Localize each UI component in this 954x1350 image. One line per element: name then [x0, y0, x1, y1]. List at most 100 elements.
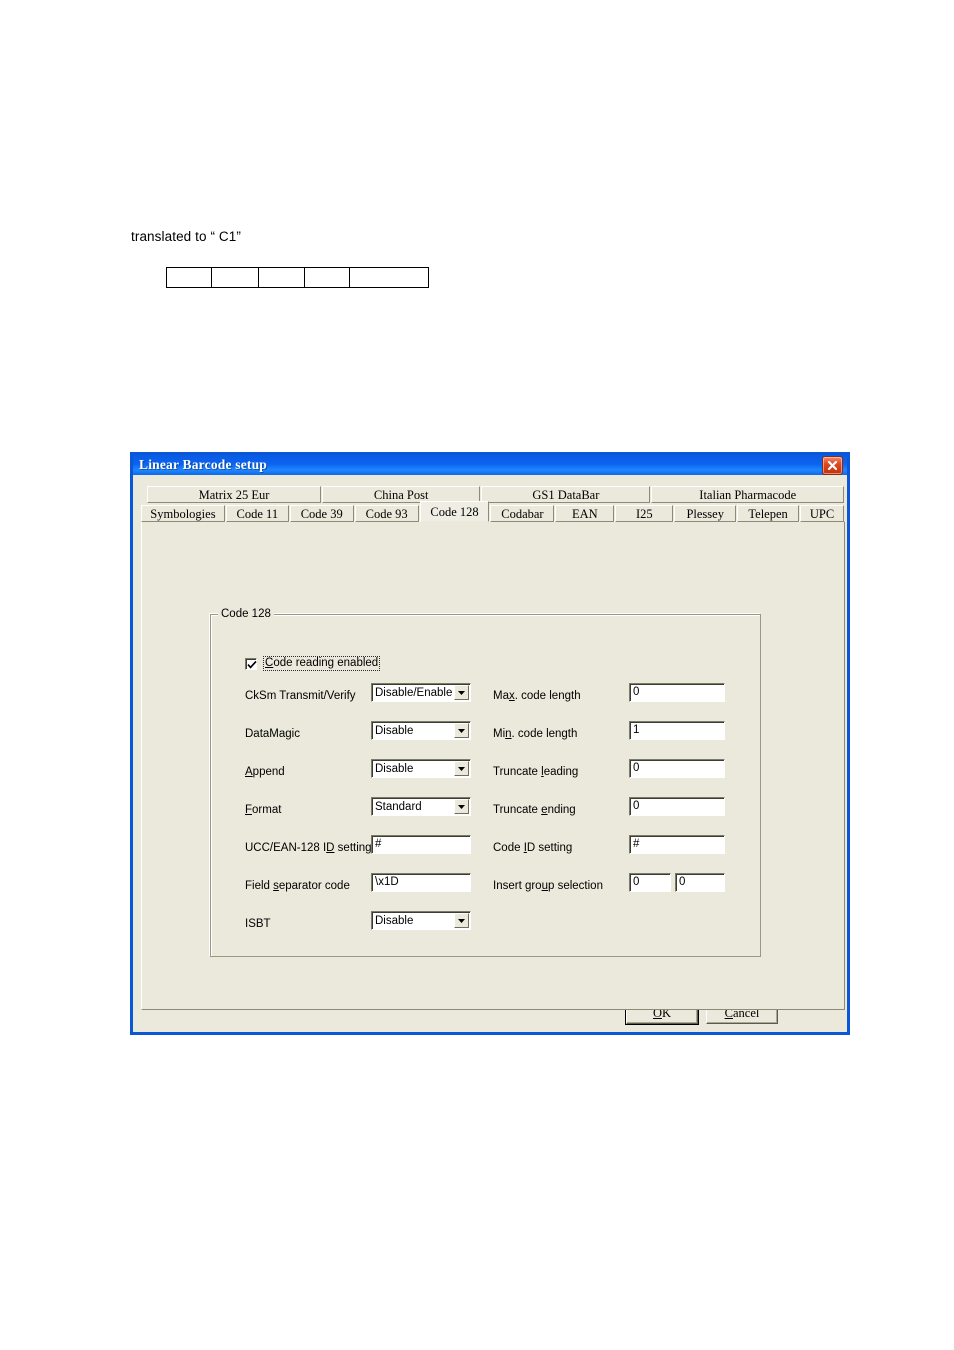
tab-ean[interactable]: EAN: [555, 505, 615, 522]
max-code-length-input[interactable]: 0: [629, 683, 725, 702]
chevron-down-icon[interactable]: [454, 685, 469, 700]
tab-label: Code 11: [236, 507, 279, 521]
select-value: Disable: [375, 914, 414, 927]
label-part: nding: [547, 804, 576, 816]
tab-label: I25: [635, 507, 653, 521]
tab-code-11[interactable]: Code 11: [225, 505, 289, 522]
label-truncate-leading: Truncate leading: [493, 765, 578, 779]
linear-barcode-setup-dialog: Linear Barcode setup Matrix 25 Eur China…: [130, 452, 850, 1035]
checkbox-label-text: ode reading enabled: [273, 657, 379, 669]
tab-i25[interactable]: I25: [615, 505, 674, 522]
tab-control: Matrix 25 Eur China Post GS1 DataBar Ita…: [141, 484, 845, 1010]
tab-code-128[interactable]: Code 128: [419, 501, 490, 522]
tab-label: UPC: [809, 507, 835, 521]
label-part: Ma: [493, 690, 509, 702]
label-part: Field: [245, 880, 274, 892]
append-select[interactable]: Disable: [371, 759, 471, 778]
field-separator-code-input[interactable]: \x1D: [371, 873, 471, 892]
checkmark-icon: [245, 657, 257, 670]
table-cell: [211, 267, 259, 288]
dialog-titlebar[interactable]: Linear Barcode setup: [133, 455, 847, 475]
row-cksm-transmit-verify: CkSm Transmit/Verify Disable/Enable Max.…: [211, 683, 760, 708]
chevron-down-icon[interactable]: [454, 761, 469, 776]
label-insert-group-selection: Insert group selection: [493, 879, 603, 893]
tab-code-93[interactable]: Code 93: [354, 505, 419, 522]
format-select[interactable]: Standard: [371, 797, 471, 816]
truncate-leading-input[interactable]: 0: [629, 759, 725, 778]
tab-upc[interactable]: UPC: [800, 505, 844, 522]
tab-code-39[interactable]: Code 39: [289, 505, 354, 522]
chevron-down-icon[interactable]: [454, 913, 469, 928]
label-ucc-ean-128-id-setting: UCC/EAN-128 ID setting: [245, 841, 372, 855]
row-datamagic: DataMagic Disable Min. code length 1: [211, 721, 760, 746]
select-value: Disable: [375, 724, 414, 737]
tab-label: Matrix 25 Eur: [198, 488, 270, 502]
insert-group-selection-input-2[interactable]: 0: [675, 873, 725, 892]
tab-telepen[interactable]: Telepen: [737, 505, 800, 522]
label-part: Truncate: [493, 766, 542, 778]
label-field-separator-code: Field separator code: [245, 879, 350, 893]
table-row: [166, 267, 429, 288]
document-empty-table: [166, 267, 429, 288]
datamagic-select[interactable]: Disable: [371, 721, 471, 740]
row-isbt: ISBT Disable: [211, 911, 760, 936]
table-cell: [258, 267, 305, 288]
chevron-down-icon[interactable]: [454, 723, 469, 738]
tab-page-code-128: Code 128 Code reading enabled CkSm Trans…: [141, 521, 845, 1010]
chevron-down-icon[interactable]: [454, 799, 469, 814]
label-part: . code length: [514, 690, 581, 702]
isbt-select[interactable]: Disable: [371, 911, 471, 930]
label-part: eparator code: [278, 880, 350, 892]
min-code-length-input[interactable]: 1: [629, 721, 725, 740]
tab-italian-pharmacode[interactable]: Italian Pharmacode: [651, 486, 844, 503]
document-text-line: translated to “ C1”: [131, 229, 241, 244]
tab-label: Code 128: [430, 505, 479, 519]
label-format: Format: [245, 803, 281, 817]
tab-gs1-databar[interactable]: GS1 DataBar: [481, 486, 651, 503]
checkbox-label: Code reading enabled: [263, 656, 381, 671]
tab-label: China Post: [373, 488, 429, 502]
cksm-transmit-verify-select[interactable]: Disable/Enable: [371, 683, 471, 702]
code-128-groupbox: Code 128 Code reading enabled CkSm Trans…: [210, 608, 761, 957]
select-value: Disable/Enable: [375, 686, 453, 699]
ucc-ean-128-id-setting-input[interactable]: #: [371, 835, 471, 854]
close-icon[interactable]: [822, 455, 843, 475]
groupbox-legend: Code 128: [218, 608, 274, 620]
tab-matrix-25-eur[interactable]: Matrix 25 Eur: [147, 486, 321, 503]
tab-label: GS1 DataBar: [532, 488, 600, 502]
label-part: D setting: [526, 842, 573, 854]
label-part: setting: [334, 842, 372, 854]
row-ucc-ean-128-id-setting: UCC/EAN-128 ID setting # Code ID setting…: [211, 835, 760, 860]
label-part: ppend: [252, 766, 285, 778]
tab-row-lower: Symbologies Code 11 Code 39 Code 93 Code…: [141, 501, 845, 522]
truncate-ending-input[interactable]: 0: [629, 797, 725, 816]
tab-label: Italian Pharmacode: [699, 488, 797, 502]
select-value: Standard: [375, 800, 422, 813]
tab-label: Symbologies: [150, 507, 216, 521]
label-truncate-ending: Truncate ending: [493, 803, 576, 817]
tab-label: Plessey: [686, 507, 724, 521]
tab-label: Codabar: [501, 507, 544, 521]
tab-symbologies[interactable]: Symbologies: [141, 505, 225, 522]
tab-label: Telepen: [748, 507, 788, 521]
label-code-id-setting: Code ID setting: [493, 841, 572, 855]
tab-codabar[interactable]: Codabar: [490, 505, 555, 522]
insert-group-selection-input-1[interactable]: 0: [629, 873, 671, 892]
tab-plessey[interactable]: Plessey: [674, 505, 737, 522]
label-part: p selection: [547, 880, 603, 892]
code-id-setting-input[interactable]: #: [629, 835, 725, 854]
label-append: Append: [245, 765, 285, 779]
table-cell: [304, 267, 350, 288]
label-part: Insert gro: [493, 880, 542, 892]
table-cell: [166, 267, 212, 288]
label-isbt: ISBT: [245, 918, 271, 930]
label-accel: A: [245, 766, 253, 778]
label-part: Truncate: [493, 804, 542, 816]
row-format: Format Standard Truncate ending 0: [211, 797, 760, 822]
label-part: . code length: [511, 728, 578, 740]
tab-label: Code 93: [365, 507, 408, 521]
table-cell: [349, 267, 429, 288]
tab-label: Code 39: [300, 507, 343, 521]
code-reading-enabled-checkbox[interactable]: Code reading enabled: [245, 656, 381, 671]
label-min-code-length: Min. code length: [493, 727, 577, 741]
